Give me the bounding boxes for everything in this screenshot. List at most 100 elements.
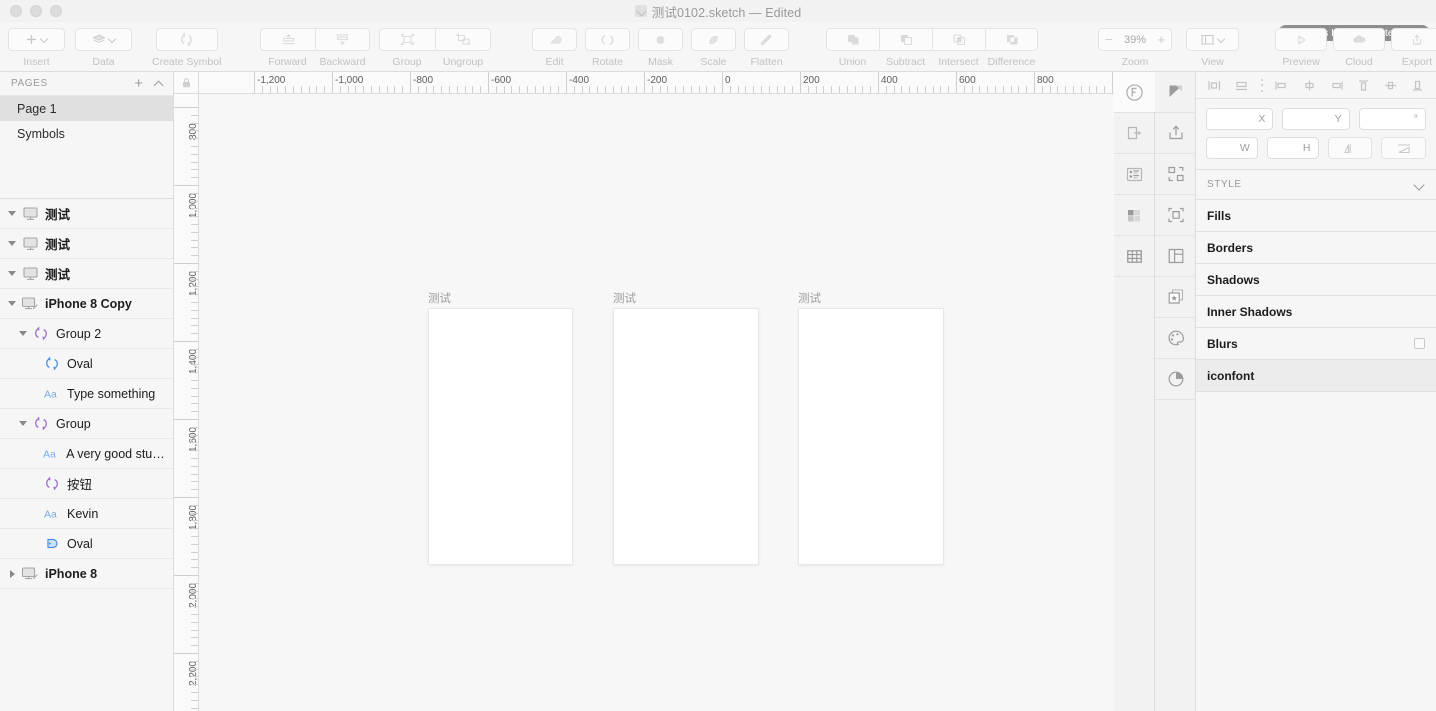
layer-row[interactable]: iPhone 8 [0, 559, 173, 589]
mask-button[interactable] [638, 28, 683, 51]
zoom-stepper[interactable]: − 39% + [1098, 28, 1172, 51]
style-row[interactable]: Blurs [1196, 328, 1436, 360]
cloud-button[interactable] [1333, 28, 1385, 51]
artboard[interactable] [798, 308, 944, 565]
disclosure-triangle-closed-icon[interactable] [5, 569, 19, 578]
style-row[interactable]: iconfont [1196, 360, 1436, 392]
rotate-button[interactable] [585, 28, 630, 51]
align-center-vertical-icon[interactable] [1382, 77, 1399, 94]
panel-layout-button[interactable] [1155, 236, 1196, 277]
disclosure-triangle-open-icon[interactable] [16, 331, 30, 336]
disclosure-triangle-open-icon[interactable] [5, 301, 19, 306]
zoom-button[interactable] [50, 5, 62, 17]
layer-row[interactable]: 按钮 [0, 469, 173, 499]
scale-button[interactable] [691, 28, 736, 51]
add-page-button[interactable]: + [134, 76, 143, 91]
layer-row[interactable]: 测试 [0, 199, 173, 229]
artboard-label[interactable]: 测试 [613, 290, 636, 306]
palette-button[interactable] [1155, 318, 1196, 359]
difference-button[interactable] [985, 28, 1038, 51]
align-left-icon[interactable] [1206, 77, 1223, 94]
layer-row[interactable]: Oval [0, 349, 173, 379]
disclosure-triangle-open-icon[interactable] [16, 421, 30, 426]
ungroup-button[interactable] [435, 28, 491, 51]
layer-row[interactable]: Group 2 [0, 319, 173, 349]
wrap-boxes-button[interactable] [1155, 195, 1196, 236]
duplicate-boxes-button[interactable] [1155, 154, 1196, 195]
page-item-symbols[interactable]: Symbols [0, 121, 173, 146]
intersect-button[interactable] [932, 28, 985, 51]
style-row[interactable]: Fills [1196, 200, 1436, 232]
group-button[interactable] [379, 28, 435, 51]
layer-row[interactable]: Aa Type something [0, 379, 173, 409]
flip-horizontal-button[interactable] [1327, 137, 1373, 159]
align-middle-icon[interactable] [1301, 77, 1318, 94]
layer-row[interactable]: Aa Kevin [0, 499, 173, 529]
layer-row[interactable]: iPhone 8 Copy [0, 289, 173, 319]
horizontal-ruler[interactable]: -1,200 -1,000 -800 -600 -400 -200 0 200 400 600 80… [199, 72, 1114, 94]
plugin-badge-button[interactable] [1114, 72, 1155, 113]
ruler-tick-minor [519, 86, 521, 93]
table-grid-button[interactable] [1114, 236, 1155, 277]
flatten-button[interactable] [744, 28, 789, 51]
zoom-in-button[interactable]: + [1157, 33, 1165, 46]
x-field[interactable]: X [1206, 108, 1274, 130]
create-symbol-button[interactable] [155, 28, 218, 51]
artboard-label[interactable]: 测试 [798, 290, 821, 306]
ruler-tick-minor [191, 543, 198, 545]
align-bottom-icon[interactable] [1409, 77, 1426, 94]
export-artboard-button[interactable] [1114, 113, 1155, 154]
flip-vertical-button[interactable] [1381, 137, 1426, 159]
layer-row[interactable]: Group [0, 409, 173, 439]
style-row-checkbox[interactable] [1414, 338, 1425, 349]
align-edge-left-icon[interactable] [1273, 77, 1290, 94]
zoom-out-button[interactable]: − [1105, 33, 1113, 46]
subtract-button[interactable] [879, 28, 932, 51]
align-center-horizontal-icon[interactable] [1233, 77, 1250, 94]
chevron-down-icon[interactable] [1414, 181, 1425, 189]
export-button[interactable] [1391, 28, 1436, 51]
collapse-pages-icon[interactable] [155, 79, 164, 88]
layer-row[interactable]: Aa A very good stud... [0, 439, 173, 469]
view-button[interactable] [1186, 28, 1239, 51]
style-row[interactable]: Inner Shadows [1196, 296, 1436, 328]
star-card-button[interactable] [1155, 277, 1196, 318]
layer-row[interactable]: 测试 [0, 229, 173, 259]
page-item-page-1[interactable]: Page 1 [0, 96, 173, 121]
style-row[interactable]: Shadows [1196, 264, 1436, 296]
vertical-ruler[interactable]: 800 1,000 1,200 1,400 1,600 1,800 2,000 2,200 [174, 94, 199, 711]
style-row[interactable]: Borders [1196, 232, 1436, 264]
disclosure-triangle-open-icon[interactable] [5, 241, 19, 246]
disclosure-triangle-open-icon[interactable] [5, 271, 19, 276]
minimize-button[interactable] [30, 5, 42, 17]
width-field[interactable]: W [1206, 137, 1258, 159]
ruler-tick-minor [394, 86, 396, 93]
align-top-icon[interactable] [1355, 77, 1372, 94]
artboard[interactable] [613, 308, 759, 565]
backward-button[interactable] [315, 28, 370, 51]
content-list-button[interactable] [1114, 154, 1155, 195]
layer-row[interactable]: 测试 [0, 259, 173, 289]
preview-button[interactable] [1275, 28, 1327, 51]
upload-arrow-button[interactable] [1155, 113, 1196, 154]
artboard-label[interactable]: 测试 [428, 290, 451, 306]
artboard[interactable] [428, 308, 573, 565]
union-button[interactable] [826, 28, 879, 51]
y-field[interactable]: Y [1282, 108, 1350, 130]
ruler-corner[interactable] [174, 72, 199, 94]
forward-button[interactable] [260, 28, 315, 51]
close-button[interactable] [10, 5, 22, 17]
style-section-header[interactable]: STYLE [1196, 170, 1436, 200]
disclosure-triangle-open-icon[interactable] [5, 211, 19, 216]
measure-flag-button[interactable] [1155, 72, 1196, 113]
pie-chart-button[interactable] [1155, 359, 1196, 400]
swatches-grid-button[interactable] [1114, 195, 1155, 236]
canvas-surface[interactable]: 测试 测试 测试 [199, 94, 1114, 711]
rotation-field[interactable]: ° [1358, 108, 1426, 130]
align-edge-right-icon[interactable] [1328, 77, 1345, 94]
layer-row[interactable]: Oval [0, 529, 173, 559]
data-button[interactable] [75, 28, 132, 51]
insert-button[interactable] [8, 28, 65, 51]
height-field[interactable]: H [1266, 137, 1319, 159]
edit-button[interactable] [532, 28, 577, 51]
